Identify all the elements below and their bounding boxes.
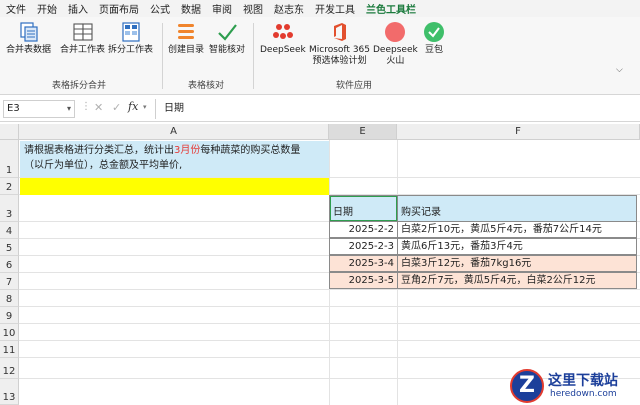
microsoft-365-button[interactable]: Microsoft 365 预选体验计划: [309, 21, 370, 67]
row-header[interactable]: 4: [0, 222, 19, 239]
table-row-record[interactable]: 白菜2斤10元，黄瓜5斤4元，番茄7公斤14元: [397, 221, 637, 238]
tab-view[interactable]: 视图: [243, 1, 263, 16]
formula-input[interactable]: 日期: [155, 99, 637, 119]
row-header[interactable]: 8: [0, 290, 19, 307]
tab-lanse-toolbar[interactable]: 兰色工具栏: [366, 1, 416, 19]
row-header[interactable]: 3: [0, 195, 19, 222]
spreadsheet-grid: A E F 1 2 3 4 5 6 7 8 9 10 11 12 13 请根据表…: [0, 124, 640, 405]
create-toc-button[interactable]: 创建目录: [168, 21, 204, 56]
cell-a2-answer[interactable]: [20, 178, 329, 195]
table-row-date[interactable]: 2025-3-5: [329, 272, 398, 289]
chevron-down-icon: ▾: [143, 103, 147, 111]
merge-table-data-button[interactable]: 合并表数据: [6, 21, 51, 56]
merge-sheets-icon: [72, 23, 93, 41]
cell-a1-question[interactable]: 请根据表格进行分类汇总，统计出3月份每种蔬菜的购买总数量 （以斤为单位），总金额…: [20, 141, 329, 177]
split-sheet-icon: [121, 22, 140, 42]
group-separator: [253, 23, 254, 89]
merge-data-icon: [19, 22, 38, 42]
row-header[interactable]: 11: [0, 341, 19, 358]
menu-bar: 文件 开始 插入 页面布局 公式 数据 审阅 视图 赵志东 开发工具 兰色工具栏: [0, 0, 640, 19]
deepseek-icon: [272, 24, 293, 39]
ribbon: 合并表数据 合并工作表 拆分工作表 表格拆分合并 创建目录 智能核对 表格核对 …: [0, 17, 640, 95]
row-header[interactable]: 1: [0, 140, 19, 178]
group-label-check: 表格核对: [188, 81, 225, 91]
watermark-title: 这里下载站: [548, 373, 618, 389]
cancel-icon[interactable]: ✕: [94, 101, 103, 114]
name-box[interactable]: E3 ▾: [3, 100, 75, 118]
row-header[interactable]: 12: [0, 358, 19, 379]
office-icon: [333, 23, 346, 41]
site-watermark: Z 这里下载站 heredown.com: [510, 367, 640, 405]
row-header[interactable]: 7: [0, 273, 19, 290]
row-header[interactable]: 6: [0, 256, 19, 273]
merge-sheets-button[interactable]: 合并工作表: [60, 21, 105, 56]
table-row-date[interactable]: 2025-2-2: [329, 221, 398, 238]
row-header[interactable]: 10: [0, 324, 19, 341]
cell-f3-record-header[interactable]: 购买记录: [397, 195, 637, 222]
tab-insert[interactable]: 插入: [68, 1, 88, 16]
chevron-down-icon: ▾: [66, 104, 71, 113]
tab-user[interactable]: 赵志东: [274, 1, 304, 16]
table-row-date[interactable]: 2025-2-3: [329, 238, 398, 255]
row-header[interactable]: 2: [0, 178, 19, 195]
ribbon-expand-icon[interactable]: ⌵: [616, 65, 623, 75]
drag-handle-icon: ⋮: [81, 101, 91, 112]
column-header-f[interactable]: F: [397, 124, 640, 140]
deepseek-button[interactable]: DeepSeek: [260, 21, 306, 56]
group-separator: [162, 23, 163, 89]
split-sheet-button[interactable]: 拆分工作表: [108, 21, 153, 56]
table-row-record[interactable]: 白菜3斤12元，番茄7kg16元: [397, 255, 637, 272]
smart-check-button[interactable]: 智能核对: [209, 21, 245, 56]
volcano-icon: [385, 22, 406, 42]
deepseek-volcano-button[interactable]: Deepseek 火山: [373, 21, 418, 67]
tab-page-layout[interactable]: 页面布局: [99, 1, 139, 16]
list-icon: [178, 24, 194, 39]
tab-data[interactable]: 数据: [181, 1, 201, 16]
confirm-icon[interactable]: ✓: [112, 101, 121, 114]
row-header[interactable]: 13: [0, 379, 19, 405]
row-header[interactable]: 5: [0, 239, 19, 256]
group-label-software: 软件应用: [336, 81, 373, 91]
tab-review[interactable]: 审阅: [212, 1, 232, 16]
tab-file[interactable]: 文件: [6, 1, 26, 16]
tab-home[interactable]: 开始: [37, 1, 57, 16]
doubao-button[interactable]: 豆包: [423, 21, 445, 56]
doubao-icon: [424, 22, 444, 42]
table-row-date[interactable]: 2025-3-4: [329, 255, 398, 272]
cell-e3-date-header[interactable]: 日期: [329, 195, 398, 222]
tab-developer[interactable]: 开发工具: [315, 1, 355, 16]
table-row-record[interactable]: 豆角2斤7元，黄瓜5斤4元，白菜2公斤12元: [397, 272, 637, 289]
group-label-merge-split: 表格拆分合并: [52, 81, 107, 91]
checkmark-icon: [218, 24, 237, 41]
column-header-a[interactable]: A: [19, 124, 329, 140]
row-header[interactable]: 9: [0, 307, 19, 324]
insert-function-button[interactable]: fx: [128, 100, 138, 113]
formula-bar: E3 ▾ ⋮ ✕ ✓ fx ▾ 日期: [0, 96, 640, 122]
watermark-subtitle: heredown.com: [550, 389, 617, 399]
table-row-record[interactable]: 黄瓜6斤13元，番茄3斤4元: [397, 238, 637, 255]
column-header-e[interactable]: E: [329, 124, 397, 140]
tab-formulas[interactable]: 公式: [150, 1, 170, 16]
select-all-corner[interactable]: [0, 124, 19, 140]
site-logo-icon: Z: [510, 369, 544, 403]
